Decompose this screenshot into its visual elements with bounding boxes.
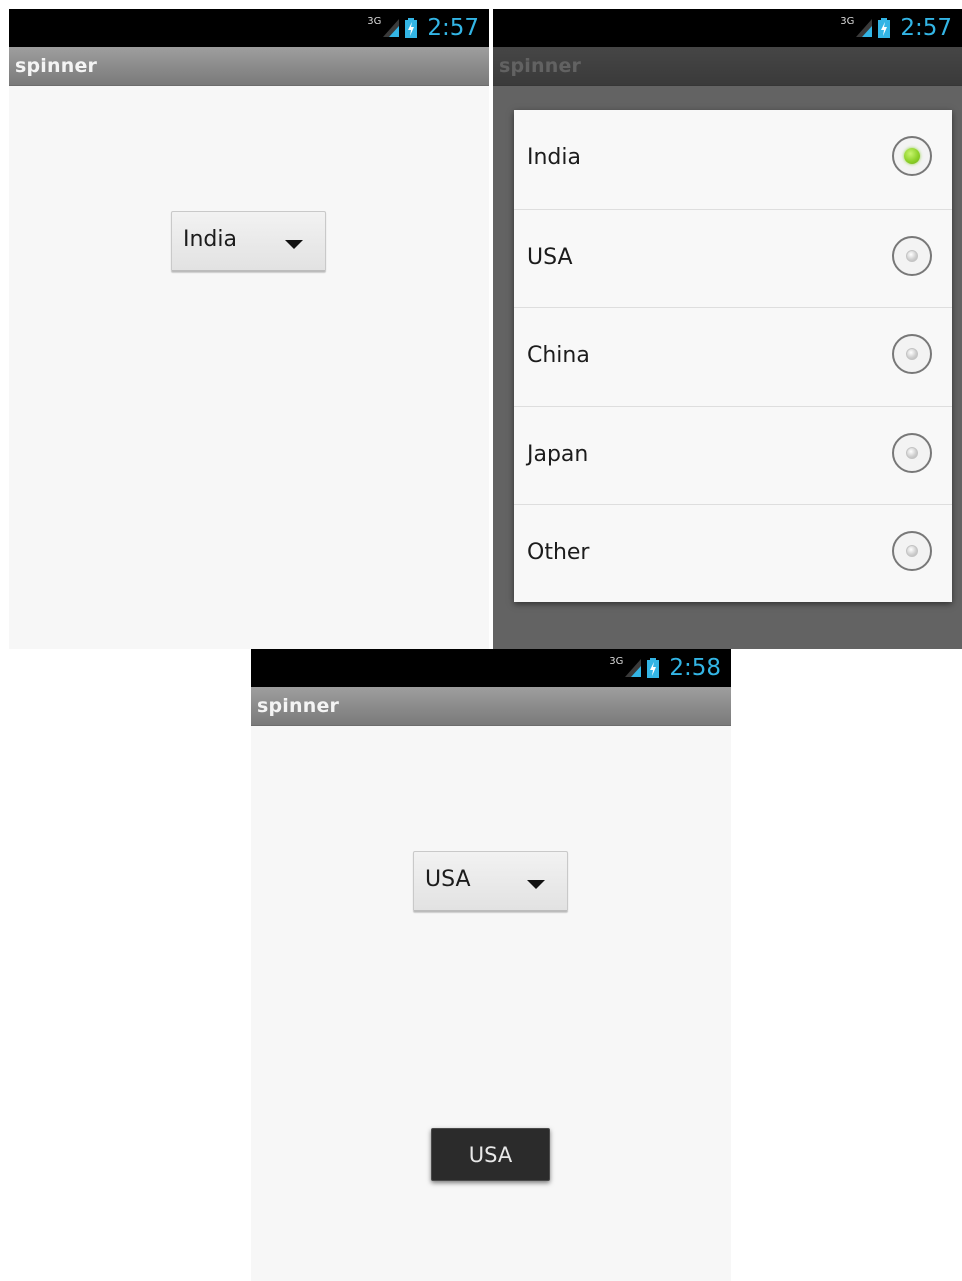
screen-result: 3G 2:58 spinner USA USA: [251, 649, 731, 1281]
signal-icon: [625, 659, 642, 677]
radio-unselected-icon[interactable]: [892, 236, 932, 276]
screen-initial: 3G 2:57 spinner India: [9, 9, 489, 649]
app-title: spinner: [257, 695, 340, 717]
radio-unselected-icon[interactable]: [892, 433, 932, 473]
title-bar: spinner: [251, 687, 731, 726]
option-row[interactable]: Japan: [514, 406, 952, 504]
signal-icon: [383, 19, 400, 37]
battery-icon: [405, 18, 418, 38]
screen-dialog: 3G 2:57 spinner India USA China Japan Ot…: [493, 9, 962, 649]
toast-message: USA: [431, 1128, 550, 1181]
signal-icon: [856, 19, 873, 37]
option-row[interactable]: China: [514, 307, 952, 405]
clock: 2:58: [669, 655, 721, 681]
status-bar: 3G 2:57: [9, 9, 489, 47]
spinner-value: India: [183, 227, 237, 252]
status-bar: 3G 2:58: [251, 649, 731, 687]
dropdown-arrow-icon: [285, 240, 303, 249]
option-label: USA: [527, 245, 573, 270]
spinner-dialog: India USA China Japan Other: [514, 110, 952, 602]
spinner-value: USA: [425, 867, 471, 892]
network-type: 3G: [840, 15, 855, 27]
country-spinner[interactable]: USA: [413, 851, 568, 912]
radio-unselected-icon[interactable]: [892, 334, 932, 374]
option-label: Japan: [527, 442, 589, 467]
radio-selected-icon[interactable]: [892, 136, 932, 176]
status-bar: 3G 2:57: [493, 9, 962, 47]
option-row[interactable]: India: [514, 110, 952, 207]
clock: 2:57: [900, 15, 952, 41]
toast-text: USA: [468, 1143, 513, 1167]
battery-icon: [647, 658, 660, 678]
radio-unselected-icon[interactable]: [892, 531, 932, 571]
app-title: spinner: [15, 55, 98, 77]
network-type: 3G: [609, 655, 624, 667]
option-label: Other: [527, 540, 590, 565]
battery-icon: [878, 18, 891, 38]
dropdown-arrow-icon: [527, 880, 545, 889]
title-bar: spinner: [9, 47, 489, 86]
country-spinner[interactable]: India: [171, 211, 326, 272]
option-label: India: [527, 145, 581, 170]
clock: 2:57: [427, 15, 479, 41]
option-label: China: [527, 343, 590, 368]
option-row[interactable]: Other: [514, 504, 952, 602]
option-row[interactable]: USA: [514, 209, 952, 307]
network-type: 3G: [367, 15, 382, 27]
